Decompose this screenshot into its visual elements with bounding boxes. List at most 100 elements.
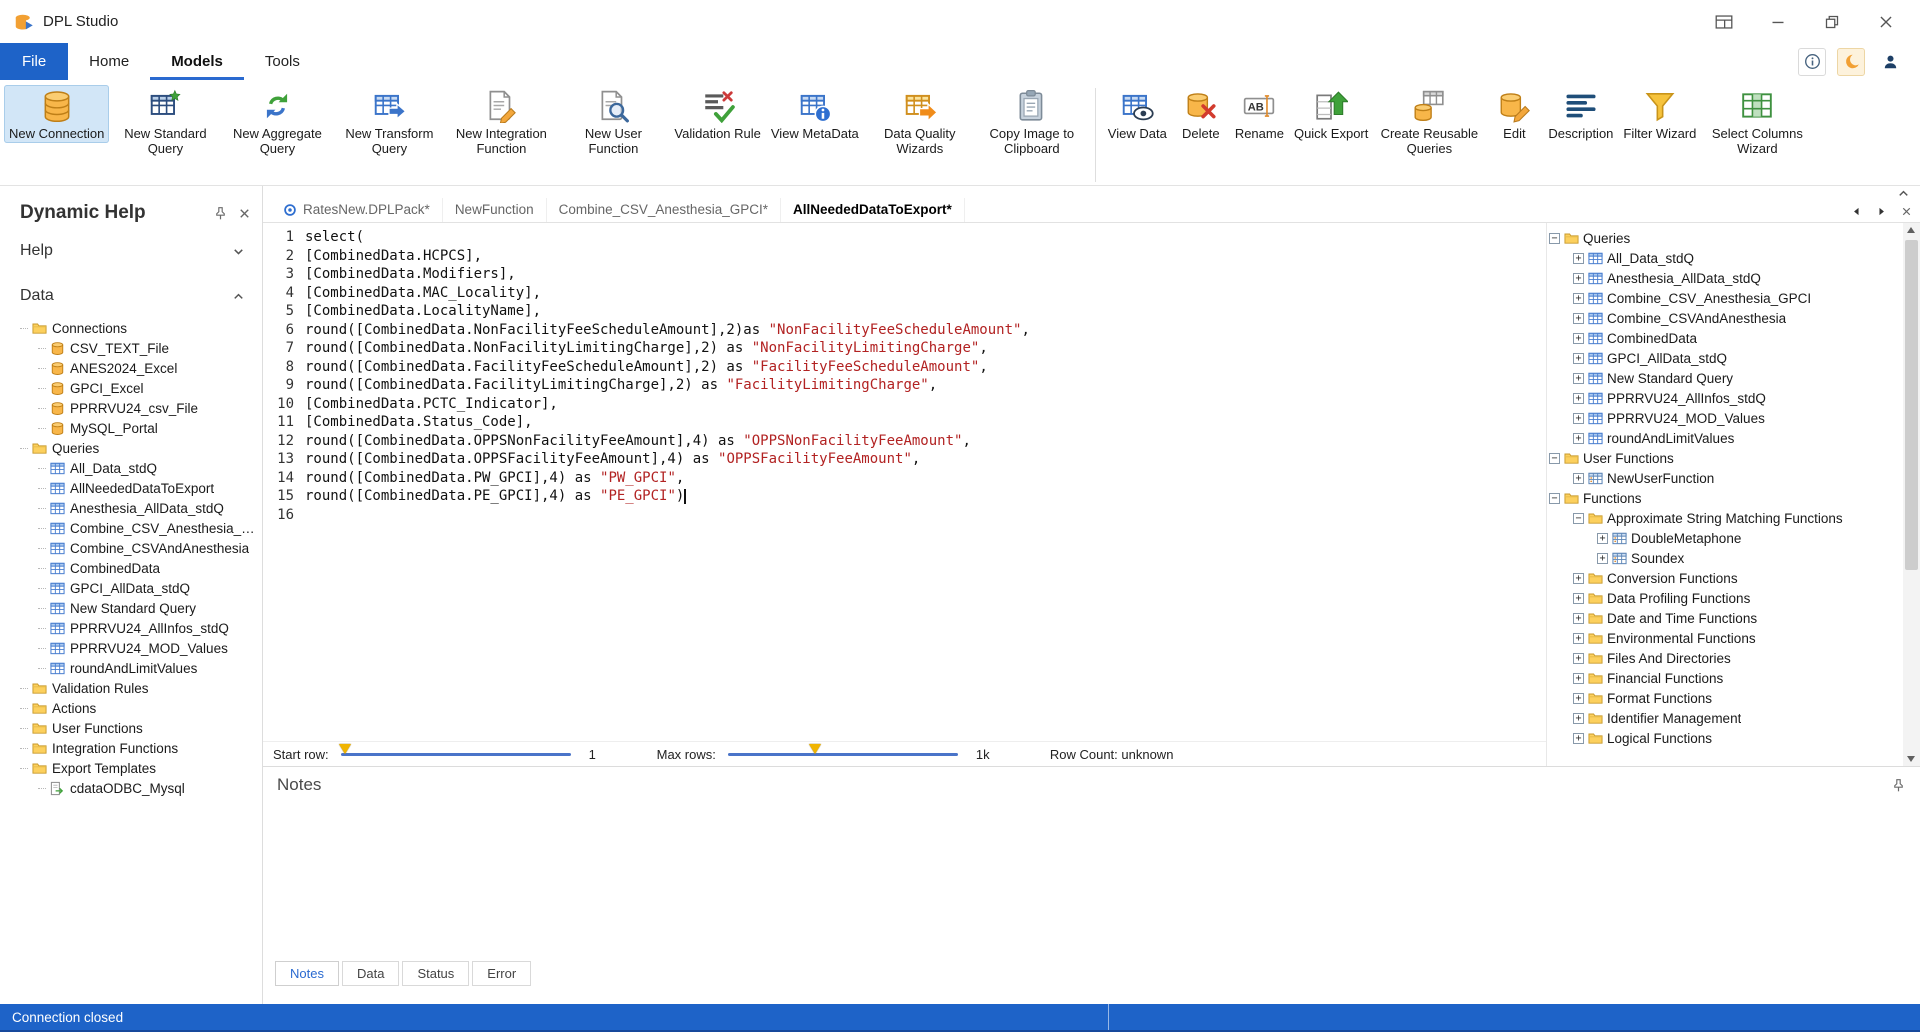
tree-item-user-functions[interactable]: −User Functions	[1547, 448, 1903, 468]
tree-item-environmental-functions[interactable]: +Environmental Functions	[1547, 628, 1903, 648]
tree-item-connections[interactable]: Connections	[14, 318, 262, 338]
start-row-slider[interactable]	[341, 753, 571, 756]
toolbar-button-edit[interactable]: Edit	[1485, 85, 1543, 143]
tree-item-identifier-management[interactable]: +Identifier Management	[1547, 708, 1903, 728]
section-data[interactable]: Data	[0, 278, 262, 314]
code-line-5[interactable]: 5[CombinedData.LocalityName],	[263, 302, 1546, 321]
tree-item-functions[interactable]: −Functions	[1547, 488, 1903, 508]
tree-item-csv-text-file[interactable]: CSV_TEXT_File	[14, 338, 262, 358]
tree-item-integration-functions[interactable]: Integration Functions	[14, 738, 262, 758]
expand-toggle[interactable]: +	[1573, 253, 1584, 264]
expand-toggle[interactable]: +	[1573, 293, 1584, 304]
notes-content[interactable]	[263, 795, 1920, 961]
editor-tab-newfunction[interactable]: NewFunction	[443, 198, 547, 222]
tree-item-gpci-excel[interactable]: GPCI_Excel	[14, 378, 262, 398]
tree-item-anes2024-excel[interactable]: ANES2024_Excel	[14, 358, 262, 378]
tree-item-new-standard-query[interactable]: New Standard Query	[14, 598, 262, 618]
tree-item-export-templates[interactable]: Export Templates	[14, 758, 262, 778]
expand-toggle[interactable]: +	[1573, 733, 1584, 744]
menu-tab-file[interactable]: File	[0, 43, 68, 80]
tree-item-queries[interactable]: Queries	[14, 438, 262, 458]
toolbar-button-description[interactable]: Description	[1543, 85, 1618, 143]
expand-toggle[interactable]: +	[1573, 333, 1584, 344]
toolbar-button-view-data[interactable]: View Data	[1103, 85, 1172, 143]
code-line-11[interactable]: 11[CombinedData.Status_Code],	[263, 413, 1546, 432]
tree-item-combine-csvandanesthesia[interactable]: Combine_CSVAndAnesthesia	[14, 538, 262, 558]
tree-item-allneededdatatoexport[interactable]: AllNeededDataToExport	[14, 478, 262, 498]
notes-tab-notes[interactable]: Notes	[275, 961, 339, 986]
notes-tab-data[interactable]: Data	[342, 961, 399, 986]
toolbar-button-new-transform-query[interactable]: New Transform Query	[333, 85, 445, 158]
tree-item-doublemetaphone[interactable]: +DoubleMetaphone	[1547, 528, 1903, 548]
code-line-1[interactable]: 1select(	[263, 228, 1546, 247]
tree-item-approximate-string-matching-functions[interactable]: −Approximate String Matching Functions	[1547, 508, 1903, 528]
toolbar-button-new-standard-query[interactable]: New Standard Query	[109, 85, 221, 158]
toolbar-button-new-integration-function[interactable]: New Integration Function	[445, 85, 557, 158]
tree-item-user-functions[interactable]: User Functions	[14, 718, 262, 738]
start-row-thumb[interactable]	[339, 744, 351, 754]
tree-item-combine-csv-anesthesia-gpci[interactable]: +Combine_CSV_Anesthesia_GPCI	[1547, 288, 1903, 308]
code-editor[interactable]: 1select(2[CombinedData.HCPCS],3[Combined…	[263, 223, 1546, 741]
layout-icon[interactable]	[1710, 8, 1738, 36]
toolbar-button-data-quality-wizards[interactable]: Data Quality Wizards	[864, 85, 976, 158]
scroll-down-arrow[interactable]	[1907, 756, 1915, 762]
tree-item-conversion-functions[interactable]: +Conversion Functions	[1547, 568, 1903, 588]
tree-item-pprrvu24-allinfos-stdq[interactable]: +PPRRVU24_AllInfos_stdQ	[1547, 388, 1903, 408]
tree-item-roundandlimitvalues[interactable]: +roundAndLimitValues	[1547, 428, 1903, 448]
tab-close-icon[interactable]	[1898, 203, 1914, 219]
toolbar-button-create-reusable-queries[interactable]: Create Reusable Queries	[1373, 85, 1485, 158]
tree-item-pprrvu24-csv-file[interactable]: PPRRVU24_csv_File	[14, 398, 262, 418]
collapse-toggle[interactable]: −	[1549, 453, 1560, 464]
toolbar-button-new-user-function[interactable]: New User Function	[557, 85, 669, 158]
tree-item-pprrvu24-allinfos-stdq[interactable]: PPRRVU24_AllInfos_stdQ	[14, 618, 262, 638]
code-line-7[interactable]: 7round([CombinedData.NonFacilityLimiting…	[263, 339, 1546, 358]
expand-toggle[interactable]: +	[1573, 633, 1584, 644]
toolbar-button-quick-export[interactable]: Quick Export	[1289, 85, 1373, 143]
tree-item-combineddata[interactable]: CombinedData	[14, 558, 262, 578]
info-icon[interactable]	[1798, 48, 1826, 76]
toolbar-button-validation-rule[interactable]: Validation Rule	[669, 85, 765, 143]
expand-toggle[interactable]: +	[1573, 433, 1584, 444]
scroll-up-arrow[interactable]	[1907, 227, 1915, 233]
editor-tab-combine-csv-anesthesia-gpci[interactable]: Combine_CSV_Anesthesia_GPCI*	[547, 198, 781, 222]
scrollbar-thumb[interactable]	[1905, 240, 1918, 570]
expand-toggle[interactable]: +	[1573, 393, 1584, 404]
tree-item-logical-functions[interactable]: +Logical Functions	[1547, 728, 1903, 748]
toolbar-button-new-aggregate-query[interactable]: New Aggregate Query	[221, 85, 333, 158]
tab-scroll-left-icon[interactable]	[1848, 203, 1864, 219]
expand-toggle[interactable]: +	[1573, 373, 1584, 384]
toolbar-button-copy-image-to-clipboard[interactable]: Copy Image to Clipboard	[976, 85, 1088, 158]
toolbar-button-delete[interactable]: Delete	[1172, 85, 1230, 143]
expand-toggle[interactable]: +	[1573, 273, 1584, 284]
expand-toggle[interactable]: +	[1573, 313, 1584, 324]
tab-scroll-right-icon[interactable]	[1873, 203, 1889, 219]
menu-tab-home[interactable]: Home	[68, 43, 150, 80]
collapse-toggle[interactable]: −	[1549, 233, 1560, 244]
tree-item-financial-functions[interactable]: +Financial Functions	[1547, 668, 1903, 688]
code-line-12[interactable]: 12round([CombinedData.OPPSNonFacilityFee…	[263, 432, 1546, 451]
code-line-15[interactable]: 15round([CombinedData.PE_GPCI],4) as "PE…	[263, 487, 1546, 506]
explorer-scrollbar[interactable]	[1903, 223, 1920, 766]
expand-toggle[interactable]: +	[1573, 573, 1584, 584]
expand-toggle[interactable]: +	[1573, 413, 1584, 424]
code-line-10[interactable]: 10[CombinedData.PCTC_Indicator],	[263, 395, 1546, 414]
tree-item-cdataodbc-mysql[interactable]: cdataODBC_Mysql	[14, 778, 262, 798]
menu-tab-tools[interactable]: Tools	[244, 43, 321, 80]
editor-tab-ratesnew-dplpack[interactable]: RatesNew.DPLPack*	[271, 198, 443, 222]
code-line-13[interactable]: 13round([CombinedData.OPPSFacilityFeeAmo…	[263, 450, 1546, 469]
expand-toggle[interactable]: +	[1573, 613, 1584, 624]
expand-toggle[interactable]: +	[1573, 653, 1584, 664]
tree-item-roundandlimitvalues[interactable]: roundAndLimitValues	[14, 658, 262, 678]
tree-item-files-and-directories[interactable]: +Files And Directories	[1547, 648, 1903, 668]
pin-icon[interactable]	[212, 205, 228, 221]
notes-tab-status[interactable]: Status	[402, 961, 469, 986]
code-line-2[interactable]: 2[CombinedData.HCPCS],	[263, 247, 1546, 266]
expand-toggle[interactable]: +	[1597, 553, 1608, 564]
toolbar-button-filter-wizard[interactable]: Filter Wizard	[1618, 85, 1701, 143]
max-rows-thumb[interactable]	[809, 744, 821, 754]
expand-toggle[interactable]: +	[1597, 533, 1608, 544]
tree-item-format-functions[interactable]: +Format Functions	[1547, 688, 1903, 708]
tree-item-pprrvu24-mod-values[interactable]: PPRRVU24_MOD_Values	[14, 638, 262, 658]
expand-toggle[interactable]: +	[1573, 713, 1584, 724]
code-line-14[interactable]: 14round([CombinedData.PW_GPCI],4) as "PW…	[263, 469, 1546, 488]
